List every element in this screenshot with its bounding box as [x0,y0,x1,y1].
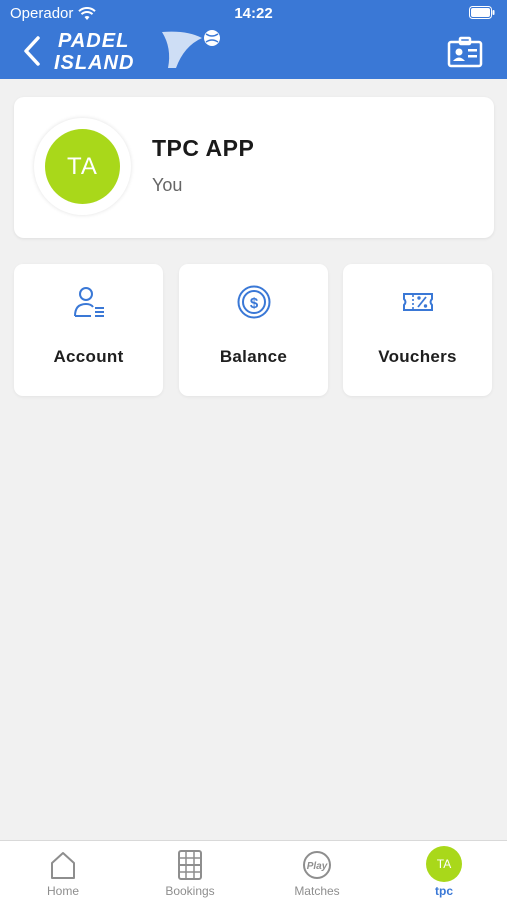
nav-bar: PADEL ISLAND [0,28,507,79]
menu-tiles: Account $ Balance Vouchers [14,264,494,396]
svg-text:$: $ [249,295,258,312]
id-card-icon [447,36,483,68]
svg-text:Play: Play [307,861,328,872]
bottom-tab-bar: Home Bookings Play Matches TA tpc [0,840,507,900]
tab-bookings[interactable]: Bookings [127,841,253,900]
status-time: 14:22 [234,5,273,22]
balance-tile[interactable]: $ Balance [179,264,328,396]
app-header: Operador 14:22 PADEL ISLAND [0,0,507,79]
tab-profile[interactable]: TA tpc [381,841,507,900]
balance-label: Balance [219,347,288,366]
id-card-button[interactable] [447,36,483,68]
back-button[interactable] [20,34,46,68]
avatar-ring: TA [34,118,131,215]
user-profile-card: TA TPC APP You [14,97,494,238]
tab-home-label: Home [46,884,79,898]
vouchers-label: Vouchers [378,347,457,366]
tab-profile-label: tpc [435,884,453,898]
home-icon [51,852,75,879]
tab-home[interactable]: Home [0,841,126,900]
vouchers-tile[interactable]: Vouchers [343,264,492,396]
user-subtitle: You [152,175,183,195]
play-ball-icon: Play [303,851,331,879]
tab-matches[interactable]: Play Matches [254,841,380,900]
avatar: TA [45,129,120,204]
status-bar: Operador 14:22 [0,0,507,28]
account-label: Account [53,347,124,366]
balance-coin-icon: $ [237,285,270,319]
account-icon [73,287,104,317]
logo-line1: PADEL [58,30,129,52]
account-tile[interactable]: Account [14,264,163,396]
tab-bookings-label: Bookings [165,884,215,898]
tab-avatar: TA [426,846,462,882]
voucher-ticket-icon [402,293,433,311]
logo-line2: ISLAND [54,52,134,74]
user-name: TPC APP [152,135,255,161]
tab-matches-label: Matches [294,884,340,898]
battery-icon [469,6,495,23]
padel-island-logo: PADEL ISLAND [52,28,232,76]
court-icon [178,850,202,880]
chevron-left-icon [24,36,40,66]
